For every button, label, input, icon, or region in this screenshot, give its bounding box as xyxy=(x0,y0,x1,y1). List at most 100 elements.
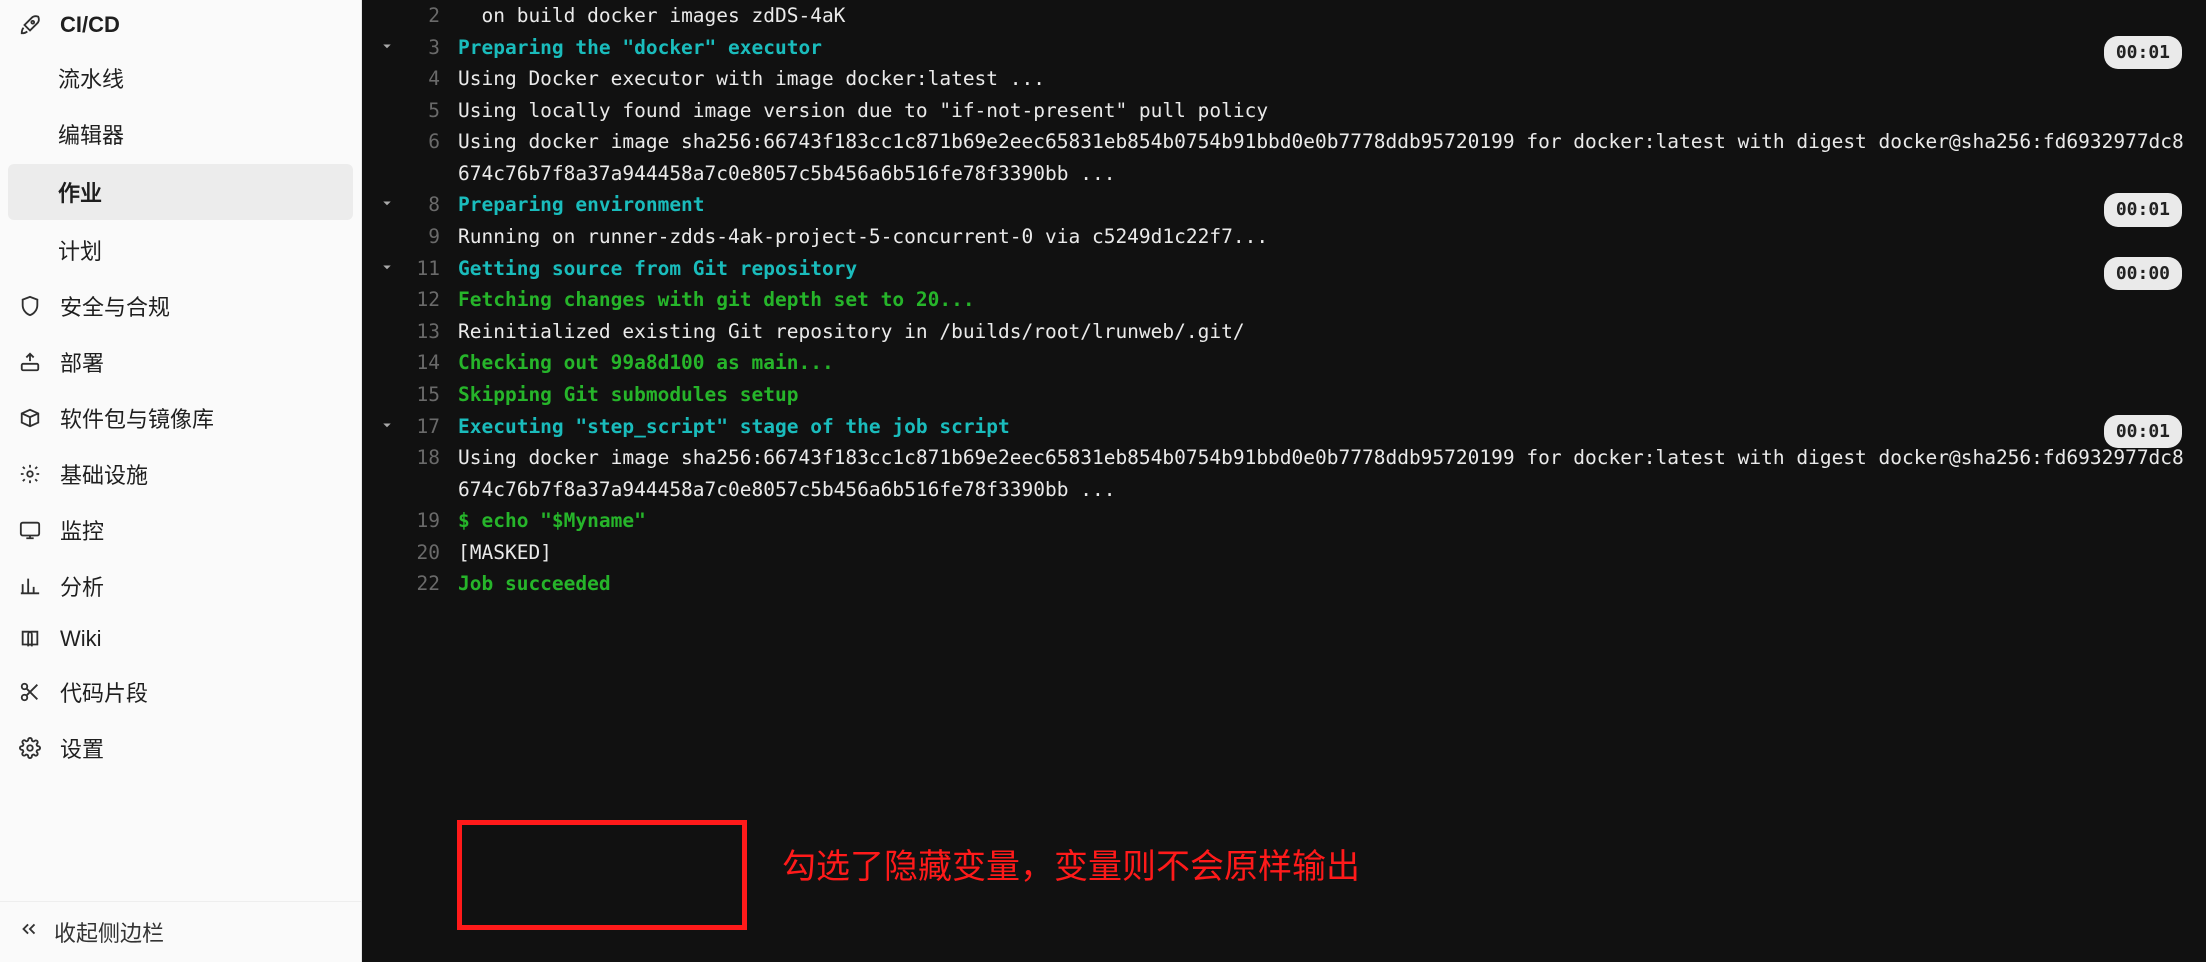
collapse-section-icon[interactable] xyxy=(370,253,404,276)
collapse-section-icon xyxy=(370,379,404,384)
sidebar-item-pipelines[interactable]: 流水线 xyxy=(0,50,361,106)
sidebar-label-snippets: 代码片段 xyxy=(60,676,148,708)
sidebar-item-infra[interactable]: 基础设施 xyxy=(0,446,361,502)
log-content: [MASKED] xyxy=(448,537,2192,569)
scissors-icon xyxy=(18,680,42,704)
gear-icon xyxy=(18,736,42,760)
line-number[interactable]: 12 xyxy=(404,284,448,316)
line-number[interactable]: 6 xyxy=(404,126,448,158)
collapse-section-icon[interactable] xyxy=(370,411,404,434)
line-number[interactable]: 5 xyxy=(404,95,448,127)
sidebar-label-wiki: Wiki xyxy=(60,626,102,652)
log-container[interactable]: 2 on build docker images zdDS-4aK3Prepar… xyxy=(370,0,2192,600)
sidebar-label-settings: 设置 xyxy=(60,732,104,764)
line-number[interactable]: 20 xyxy=(404,537,448,569)
sidebar-item-settings[interactable]: 设置 xyxy=(0,720,361,776)
log-line: 4Using Docker executor with image docker… xyxy=(370,63,2192,95)
line-number[interactable]: 4 xyxy=(404,63,448,95)
line-number[interactable]: 17 xyxy=(404,411,448,443)
collapse-sidebar-button[interactable]: 收起侧边栏 xyxy=(0,901,361,962)
log-content: Running on runner-zdds-4ak-project-5-con… xyxy=(448,221,2192,253)
log-line: 9Running on runner-zdds-4ak-project-5-co… xyxy=(370,221,2192,253)
collapse-section-icon xyxy=(370,95,404,100)
log-content: Skipping Git submodules setup xyxy=(448,379,2192,411)
log-content: $ echo "$Myname" xyxy=(448,505,2192,537)
collapse-section-icon xyxy=(370,347,404,352)
collapse-section-icon xyxy=(370,221,404,226)
collapse-section-icon xyxy=(370,126,404,131)
collapse-section-icon xyxy=(370,284,404,289)
sidebar-item-editor[interactable]: 编辑器 xyxy=(0,106,361,162)
sidebar-label-analytics: 分析 xyxy=(60,570,104,602)
log-content: on build docker images zdDS-4aK xyxy=(448,0,2192,32)
collapse-section-icon xyxy=(370,0,404,5)
log-content: Getting source from Git repository xyxy=(448,253,2192,285)
sidebar-label-deploy: 部署 xyxy=(60,346,104,378)
log-line: 2 on build docker images zdDS-4aK xyxy=(370,0,2192,32)
collapse-section-icon[interactable] xyxy=(370,189,404,212)
chevrons-left-icon xyxy=(18,918,40,946)
package-icon xyxy=(18,406,42,430)
sidebar-label-security: 安全与合规 xyxy=(60,290,170,322)
line-number[interactable]: 18 xyxy=(404,442,448,474)
sidebar-item-snippets[interactable]: 代码片段 xyxy=(0,664,361,720)
book-icon xyxy=(18,627,42,651)
sidebar-item-jobs[interactable]: 作业 xyxy=(8,164,353,220)
collapse-section-icon xyxy=(370,537,404,542)
line-number[interactable]: 2 xyxy=(404,0,448,32)
job-log-pane: 2 on build docker images zdDS-4aK3Prepar… xyxy=(362,0,2206,962)
collapse-sidebar-label: 收起侧边栏 xyxy=(54,916,164,948)
log-content: Preparing the "docker" executor xyxy=(448,32,2192,64)
collapse-section-icon xyxy=(370,505,404,510)
log-content: Preparing environment xyxy=(448,189,2192,221)
analytics-icon xyxy=(18,574,42,598)
sidebar-item-schedules[interactable]: 计划 xyxy=(0,222,361,278)
log-line: 15Skipping Git submodules setup xyxy=(370,379,2192,411)
log-content: Fetching changes with git depth set to 2… xyxy=(448,284,2192,316)
log-line: 3Preparing the "docker" executor00:01 xyxy=(370,32,2192,64)
collapse-section-icon xyxy=(370,63,404,68)
log-line: 5Using locally found image version due t… xyxy=(370,95,2192,127)
sidebar-label-cicd: CI/CD xyxy=(60,12,120,38)
sidebar-item-wiki[interactable]: Wiki xyxy=(0,614,361,664)
sidebar-label-pipelines: 流水线 xyxy=(58,62,124,94)
line-number[interactable]: 3 xyxy=(404,32,448,64)
line-number[interactable]: 19 xyxy=(404,505,448,537)
sidebar-item-security[interactable]: 安全与合规 xyxy=(0,278,361,334)
line-number[interactable]: 11 xyxy=(404,253,448,285)
line-number[interactable]: 13 xyxy=(404,316,448,348)
log-content: Using docker image sha256:66743f183cc1c8… xyxy=(448,442,2192,505)
collapse-section-icon xyxy=(370,442,404,447)
sidebar: CI/CD 流水线 编辑器 作业 计划 安全与合规 部署 软件包与镜像库 xyxy=(0,0,362,962)
annotation-text: 勾选了隐藏变量，变量则不会原样输出 xyxy=(782,840,1360,895)
collapse-section-icon[interactable] xyxy=(370,32,404,55)
annotation-box xyxy=(457,820,747,930)
sidebar-item-cicd[interactable]: CI/CD xyxy=(0,0,361,50)
sidebar-label-editor: 编辑器 xyxy=(58,118,124,150)
line-number[interactable]: 22 xyxy=(404,568,448,600)
log-line: 22Job succeeded xyxy=(370,568,2192,600)
sidebar-item-analytics[interactable]: 分析 xyxy=(0,558,361,614)
log-line: 13Reinitialized existing Git repository … xyxy=(370,316,2192,348)
line-number[interactable]: 14 xyxy=(404,347,448,379)
log-content: Using Docker executor with image docker:… xyxy=(448,63,2192,95)
log-content: Using docker image sha256:66743f183cc1c8… xyxy=(448,126,2192,189)
sidebar-label-packages: 软件包与镜像库 xyxy=(60,402,214,434)
line-number[interactable]: 9 xyxy=(404,221,448,253)
log-content: Executing "step_script" stage of the job… xyxy=(448,411,2192,443)
infra-icon xyxy=(18,462,42,486)
log-line: 6Using docker image sha256:66743f183cc1c… xyxy=(370,126,2192,189)
line-number[interactable]: 8 xyxy=(404,189,448,221)
log-line: 14Checking out 99a8d100 as main... xyxy=(370,347,2192,379)
log-line: 8Preparing environment00:01 xyxy=(370,189,2192,221)
sidebar-item-packages[interactable]: 软件包与镜像库 xyxy=(0,390,361,446)
log-content: Using locally found image version due to… xyxy=(448,95,2192,127)
sidebar-item-deploy[interactable]: 部署 xyxy=(0,334,361,390)
sidebar-group-cicd: CI/CD 流水线 编辑器 作业 计划 xyxy=(0,0,361,278)
log-line: 19$ echo "$Myname" xyxy=(370,505,2192,537)
sidebar-item-monitor[interactable]: 监控 xyxy=(0,502,361,558)
collapse-section-icon xyxy=(370,568,404,573)
line-number[interactable]: 15 xyxy=(404,379,448,411)
log-line: 18Using docker image sha256:66743f183cc1… xyxy=(370,442,2192,505)
sidebar-label-infra: 基础设施 xyxy=(60,458,148,490)
